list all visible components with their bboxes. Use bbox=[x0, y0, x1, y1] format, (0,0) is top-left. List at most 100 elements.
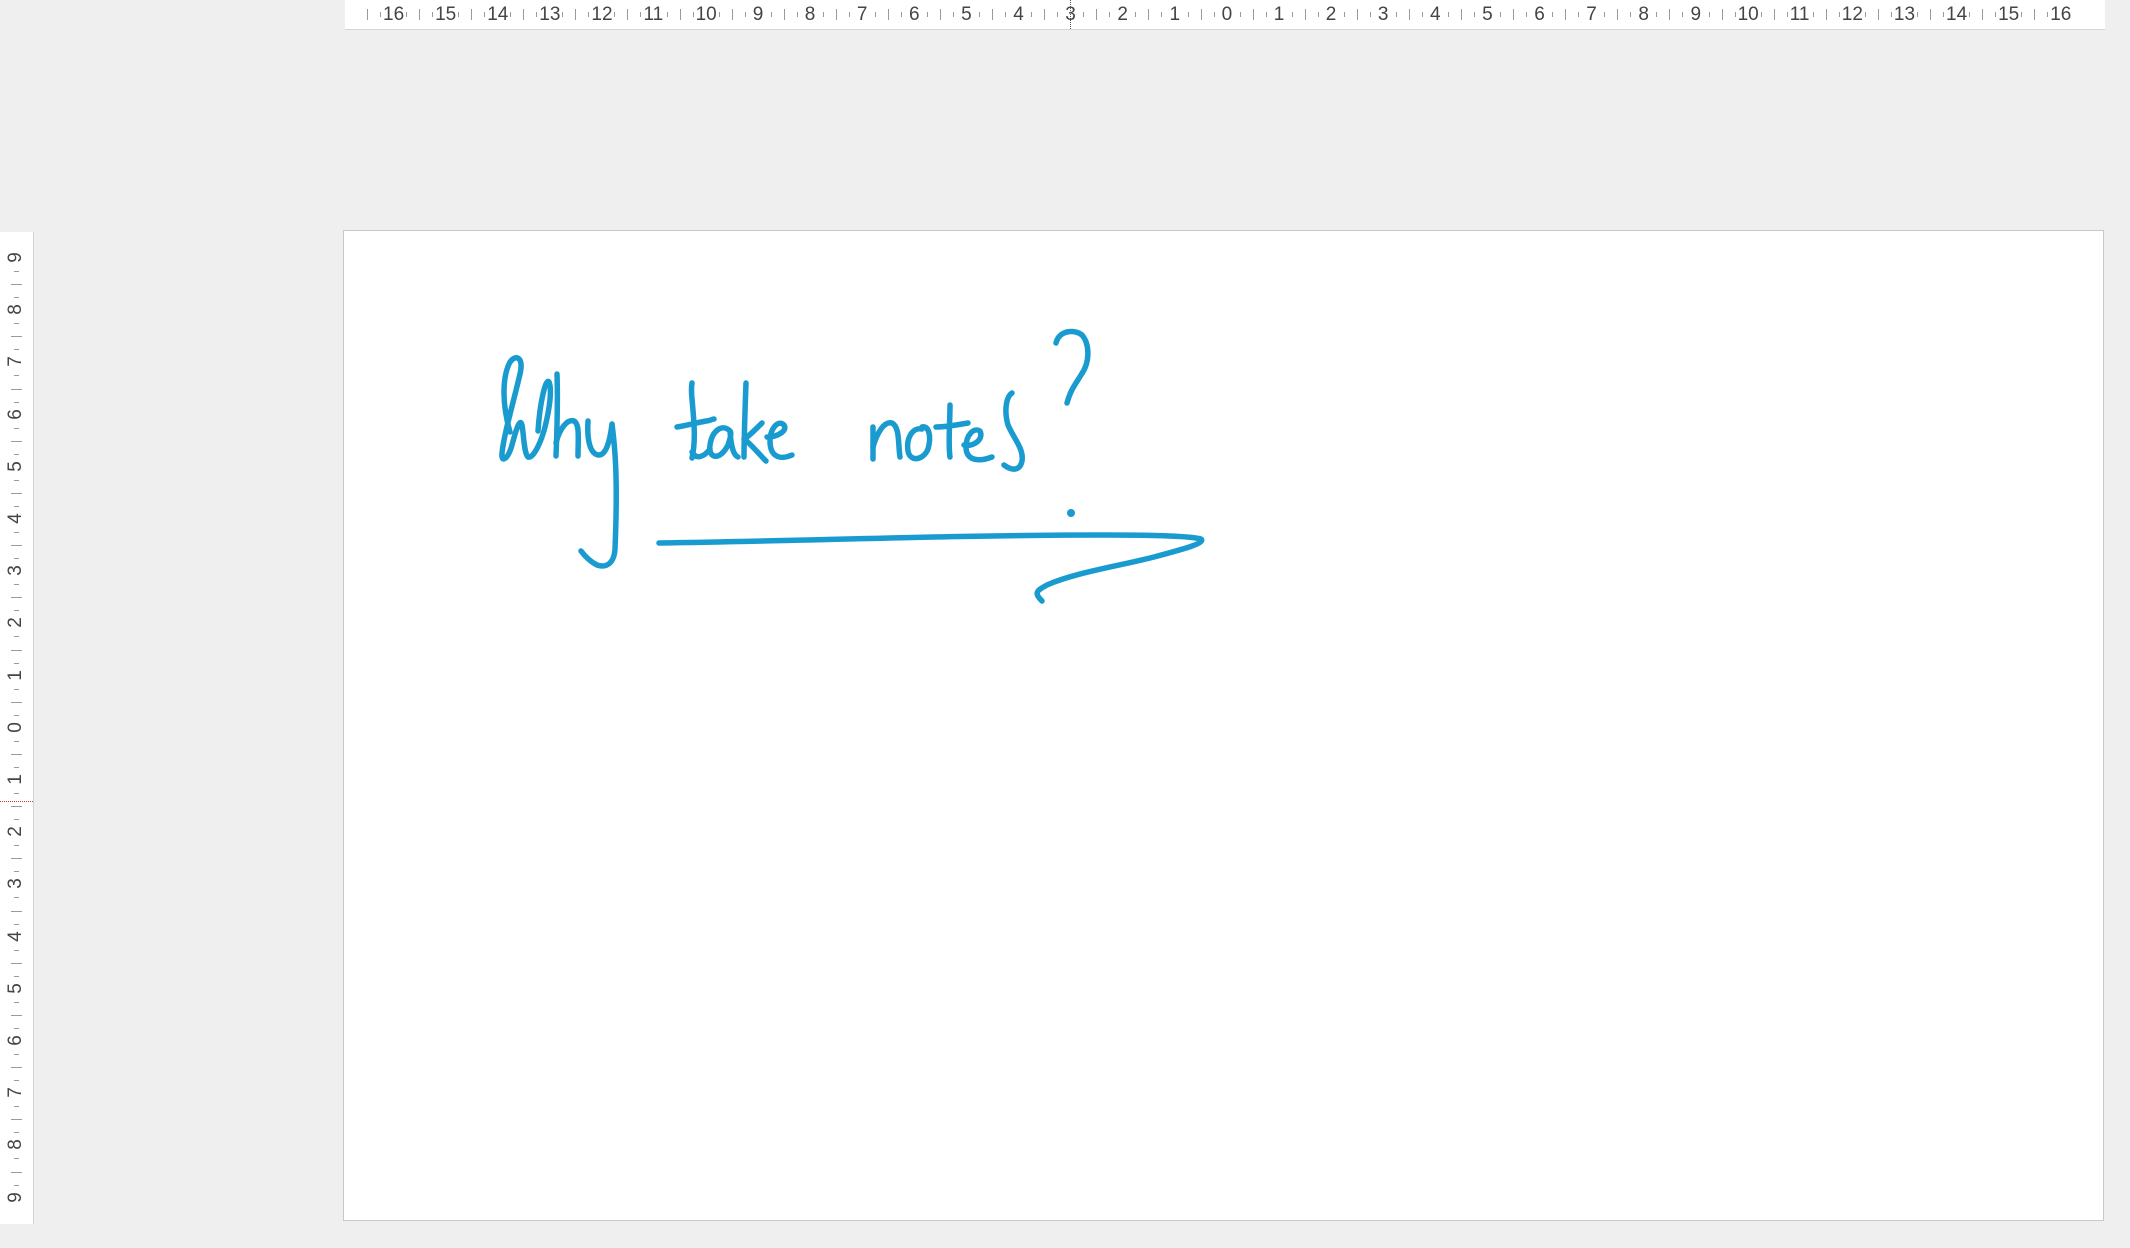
v-ruler-tick bbox=[11, 336, 22, 338]
v-ruler-tick bbox=[14, 427, 19, 429]
v-ruler-tick bbox=[11, 1171, 22, 1173]
h-ruler-tick bbox=[367, 9, 368, 20]
h-ruler-tick bbox=[848, 12, 850, 17]
h-ruler-tick bbox=[1877, 9, 1879, 20]
ink-word-notes[interactable] bbox=[870, 390, 1025, 472]
h-ruler-tick bbox=[471, 9, 473, 20]
h-ruler-tick bbox=[2034, 9, 2036, 20]
v-ruler-tick bbox=[11, 284, 22, 286]
h-ruler-tick bbox=[1161, 12, 1163, 17]
slide-canvas[interactable] bbox=[343, 230, 2104, 1221]
v-ruler-tick bbox=[11, 962, 22, 964]
h-ruler-tick bbox=[1239, 12, 1241, 17]
h-ruler-tick bbox=[874, 12, 876, 17]
h-ruler-tick bbox=[718, 12, 720, 17]
v-ruler-label: 2 bbox=[4, 826, 26, 837]
h-ruler-tick bbox=[1526, 12, 1528, 17]
v-ruler-tick bbox=[11, 1014, 22, 1016]
h-ruler-tick bbox=[536, 12, 538, 17]
h-ruler-tick bbox=[1187, 12, 1189, 17]
h-ruler-tick bbox=[1369, 12, 1371, 17]
ink-word-take[interactable] bbox=[674, 380, 795, 464]
v-ruler-label: 9 bbox=[4, 252, 26, 263]
h-ruler-tick bbox=[1916, 12, 1918, 17]
v-ruler-label: 6 bbox=[4, 1035, 26, 1046]
v-ruler-tick bbox=[14, 297, 19, 299]
v-ruler-tick bbox=[11, 545, 22, 547]
v-ruler-label: 1 bbox=[4, 774, 26, 785]
v-ruler-label: 8 bbox=[4, 304, 26, 315]
h-ruler-label: 4 bbox=[1013, 4, 1024, 25]
ink-word-why[interactable] bbox=[499, 355, 619, 569]
v-ruler-tick bbox=[11, 753, 22, 755]
h-ruler-tick bbox=[953, 12, 955, 17]
h-ruler-label: 8 bbox=[804, 4, 816, 25]
v-ruler-tick bbox=[14, 1106, 19, 1108]
h-ruler-tick bbox=[614, 12, 616, 17]
h-ruler-tick bbox=[1669, 9, 1671, 20]
h-ruler-label: 11 bbox=[1789, 4, 1810, 25]
h-ruler-tick bbox=[1773, 9, 1775, 20]
h-ruler-tick bbox=[1942, 12, 1944, 17]
h-ruler-tick bbox=[1395, 12, 1397, 17]
h-ruler-label: 16 bbox=[2050, 4, 2072, 25]
h-ruler-label: 7 bbox=[1586, 4, 1597, 25]
h-ruler-tick bbox=[484, 12, 486, 17]
h-ruler-tick bbox=[940, 9, 942, 20]
v-ruler-tick bbox=[14, 636, 19, 638]
h-ruler-label: 6 bbox=[1534, 4, 1545, 25]
h-ruler-tick bbox=[1682, 12, 1684, 17]
h-ruler-label: 3 bbox=[1377, 4, 1389, 25]
v-ruler-tick bbox=[11, 1119, 22, 1121]
h-ruler-label: 12 bbox=[591, 4, 613, 25]
v-ruler-label: 3 bbox=[4, 565, 26, 576]
h-ruler-label: 6 bbox=[909, 4, 920, 25]
h-ruler-tick bbox=[835, 9, 837, 20]
v-ruler-label: 7 bbox=[4, 356, 26, 368]
h-ruler-tick bbox=[887, 9, 889, 20]
h-ruler-tick bbox=[1565, 9, 1567, 20]
h-ruler-tick bbox=[1864, 12, 1866, 17]
ink-question-mark[interactable] bbox=[1053, 328, 1091, 517]
h-ruler-tick bbox=[1291, 12, 1293, 17]
h-ruler-label: 14 bbox=[487, 4, 509, 25]
h-ruler-tick bbox=[640, 12, 642, 17]
h-ruler-tick bbox=[979, 12, 981, 17]
v-ruler-tick bbox=[14, 453, 19, 455]
v-ruler-label: 9 bbox=[4, 1191, 26, 1203]
v-ruler-tick bbox=[14, 819, 19, 821]
h-ruler-tick bbox=[1057, 12, 1059, 17]
h-ruler-label: 1 bbox=[1273, 4, 1285, 25]
h-ruler-tick bbox=[1617, 9, 1619, 20]
ink-drawing[interactable] bbox=[344, 231, 2105, 1222]
v-ruler-label: 4 bbox=[4, 930, 26, 942]
h-ruler-tick bbox=[1760, 12, 1762, 17]
vertical-ruler[interactable]: 9 8 7 6 5 4 3 2 1 0 1 2 3 4 5 6 7 8 9 bbox=[0, 232, 34, 1224]
v-ruler-label: 2 bbox=[4, 617, 26, 629]
h-ruler-label: 5 bbox=[1482, 4, 1493, 25]
h-ruler-tick bbox=[1265, 12, 1267, 17]
h-ruler-tick bbox=[1656, 12, 1658, 17]
h-ruler-tick bbox=[731, 9, 733, 20]
horizontal-ruler[interactable]: 16 15 14 13 12 11 10 9 8 7 6 5 4 3 2 1 0 1 2 3 4 5 6 7 8 9 10 11 12 1… bbox=[345, 0, 2105, 30]
v-ruler-tick bbox=[14, 479, 19, 481]
v-ruler-tick bbox=[14, 766, 19, 768]
v-ruler-label: 3 bbox=[4, 878, 26, 890]
v-ruler-label: 7 bbox=[4, 1087, 26, 1098]
h-ruler-tick bbox=[588, 12, 590, 17]
h-ruler-label: 13 bbox=[1893, 4, 1916, 25]
v-ruler-cursor-marker bbox=[0, 800, 33, 802]
v-ruler-tick bbox=[14, 1080, 19, 1082]
h-ruler-tick bbox=[1825, 9, 1827, 20]
h-ruler-label: 0 bbox=[1221, 4, 1233, 25]
h-ruler-tick bbox=[1083, 12, 1085, 17]
h-ruler-tick bbox=[679, 9, 681, 20]
h-ruler-tick bbox=[1200, 9, 1202, 20]
ink-underline-swoosh[interactable] bbox=[656, 532, 1205, 604]
h-ruler-tick bbox=[1148, 9, 1150, 20]
v-ruler-tick bbox=[14, 1158, 19, 1160]
v-ruler-tick bbox=[14, 349, 19, 351]
h-ruler-tick bbox=[1044, 9, 1046, 20]
v-ruler-tick bbox=[11, 492, 22, 494]
v-ruler-tick bbox=[14, 1027, 19, 1029]
